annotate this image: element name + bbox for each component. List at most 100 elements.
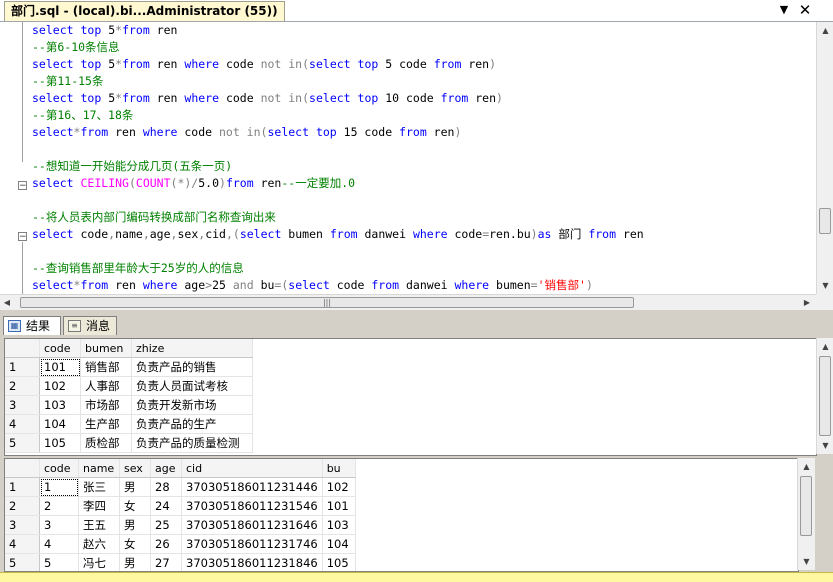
column-header[interactable]: name — [78, 459, 120, 478]
row-number[interactable]: 3 — [5, 395, 40, 415]
table-cell[interactable]: 女 — [119, 534, 151, 554]
table-row[interactable]: 3 103 市场部 负责开发新市场 — [5, 395, 253, 415]
table-cell[interactable]: 101 — [39, 357, 81, 377]
table-cell[interactable]: 2 — [39, 496, 79, 516]
code-line[interactable]: --查询销售部里年龄大于25岁的人的信息 — [32, 260, 244, 277]
code-line[interactable]: select*from ren where code not in(select… — [32, 124, 461, 141]
column-header[interactable]: code — [39, 339, 81, 358]
table-cell[interactable]: 男 — [119, 515, 151, 535]
editor-hscroll-thumb[interactable]: ||| — [20, 297, 634, 308]
code-line[interactable]: select CEILING(COUNT(*)/5.0)from ren--一定… — [32, 175, 355, 192]
table-cell[interactable]: 赵六 — [78, 534, 120, 554]
table-cell[interactable]: 370305186011231746 — [181, 534, 323, 554]
editor-horizontal-scrollbar[interactable]: ◀ ||| ▶ — [0, 294, 816, 310]
table-cell[interactable]: 370305186011231446 — [181, 477, 323, 497]
tab-results[interactable]: ▦ 结果 — [3, 316, 61, 335]
table-cell[interactable]: 市场部 — [80, 395, 132, 415]
table-cell[interactable]: 质检部 — [80, 433, 132, 453]
result-grid-2[interactable]: code name sex age cid bu 1 1 张三男 28 3703051860112… — [4, 458, 799, 572]
row-number[interactable]: 5 — [5, 433, 40, 453]
column-header[interactable]: code — [39, 459, 79, 478]
row-number[interactable]: 2 — [5, 376, 40, 396]
table-cell[interactable]: 生产部 — [80, 414, 132, 434]
chevron-down-icon[interactable]: ▼ — [776, 2, 792, 18]
code-line[interactable]: select top 5*from ren where code not in(… — [32, 56, 496, 73]
row-number[interactable]: 1 — [5, 357, 40, 377]
table-cell[interactable]: 24 — [150, 496, 182, 516]
table-cell[interactable]: 103 — [322, 515, 356, 535]
document-tab[interactable]: 部门.sql - (local).bi...Administrator (55)… — [4, 1, 285, 21]
scroll-left-icon[interactable]: ◀ — [0, 294, 14, 311]
column-header[interactable]: bumen — [80, 339, 132, 358]
table-cell[interactable]: 104 — [322, 534, 356, 554]
column-header[interactable]: age — [150, 459, 182, 478]
column-header[interactable]: cid — [181, 459, 323, 478]
collapse-icon[interactable]: − — [18, 181, 27, 191]
result-table-2[interactable]: code name sex age cid bu 1 1 张三男 28 3703051860112… — [5, 459, 356, 571]
table-cell[interactable]: 负责产品的质量检测 — [131, 433, 253, 453]
column-header[interactable]: zhize — [131, 339, 253, 358]
table-cell[interactable]: 负责产品的销售 — [131, 357, 253, 377]
scroll-down-icon[interactable]: ▼ — [798, 553, 815, 570]
code-line[interactable]: --第16、17、18条 — [32, 107, 133, 124]
code-line[interactable]: select code,name,age,sex,cid,(select bum… — [32, 226, 644, 243]
table-row[interactable]: 5 5 冯七男 27 370305186011231846 105 — [5, 553, 356, 571]
table-cell[interactable]: 102 — [322, 477, 356, 497]
table-cell[interactable]: 女 — [119, 496, 151, 516]
code-line[interactable]: --第11-15条 — [32, 73, 103, 90]
row-number[interactable]: 1 — [5, 477, 40, 497]
table-cell[interactable]: 104 — [39, 414, 81, 434]
table-cell[interactable]: 102 — [39, 376, 81, 396]
code-line[interactable]: --第6-10条信息 — [32, 39, 120, 56]
table-cell[interactable]: 负责人员面试考核 — [131, 376, 253, 396]
table-row[interactable]: 2 2 李四女 24 370305186011231546 101 — [5, 496, 356, 516]
row-number[interactable]: 3 — [5, 515, 40, 535]
scroll-up-icon[interactable]: ▲ — [817, 22, 833, 39]
tab-messages[interactable]: ≡ 消息 — [63, 316, 117, 335]
table-cell[interactable]: 105 — [39, 433, 81, 453]
scroll-up-icon[interactable]: ▲ — [817, 338, 833, 355]
table-cell[interactable]: 103 — [39, 395, 81, 415]
table-row[interactable]: 2 102 人事部 负责人员面试考核 — [5, 376, 253, 396]
table-cell[interactable]: 1 — [39, 477, 79, 497]
table-cell[interactable]: 4 — [39, 534, 79, 554]
table-row[interactable]: 1 1 张三男 28 370305186011231446 102 — [5, 477, 356, 497]
table-cell[interactable]: 销售部 — [80, 357, 132, 377]
table-row[interactable]: 4 104 生产部 负责产品的生产 — [5, 414, 253, 434]
code-line[interactable]: --想知道一开始能分成几页(五条一页) — [32, 158, 232, 175]
grid-2-vertical-scrollbar[interactable]: ▲ ▼ — [797, 458, 815, 570]
scroll-right-icon[interactable]: ▶ — [800, 294, 814, 311]
table-cell[interactable]: 王五 — [78, 515, 120, 535]
scroll-down-icon[interactable]: ▼ — [817, 437, 833, 454]
column-header[interactable]: bu — [322, 459, 356, 478]
table-cell[interactable]: 101 — [322, 496, 356, 516]
table-cell[interactable]: 25 — [150, 515, 182, 535]
grid-2-vscroll-thumb[interactable] — [800, 476, 812, 536]
grid-1-vertical-scrollbar[interactable]: ▲ ▼ — [816, 338, 833, 454]
code-line[interactable]: select top 5*from ren where code not in(… — [32, 90, 503, 107]
row-number[interactable]: 4 — [5, 534, 40, 554]
result-grid-1[interactable]: code bumen zhize 1 101 销售部 负责产品的销售 2 102 人事部 负责人员… — [4, 338, 817, 456]
table-cell[interactable]: 冯七 — [78, 553, 120, 571]
result-table-1[interactable]: code bumen zhize 1 101 销售部 负责产品的销售 2 102 人事部 负责人员… — [5, 339, 253, 453]
query-editor[interactable]: select top 5*from ren --第6-10条信息 select to… — [0, 22, 816, 294]
grid-corner[interactable] — [5, 459, 40, 478]
table-cell[interactable]: 370305186011231846 — [181, 553, 323, 571]
table-cell[interactable]: 张三 — [78, 477, 120, 497]
editor-vscroll-thumb[interactable] — [819, 208, 831, 234]
row-number[interactable]: 4 — [5, 414, 40, 434]
table-row[interactable]: 3 3 王五男 25 370305186011231646 103 — [5, 515, 356, 535]
table-cell[interactable]: 李四 — [78, 496, 120, 516]
table-cell[interactable]: 人事部 — [80, 376, 132, 396]
table-cell[interactable]: 370305186011231546 — [181, 496, 323, 516]
table-row[interactable]: 1 101 销售部 负责产品的销售 — [5, 357, 253, 377]
table-cell[interactable]: 负责产品的生产 — [131, 414, 253, 434]
table-row[interactable]: 5 105 质检部 负责产品的质量检测 — [5, 433, 253, 453]
row-number[interactable]: 5 — [5, 553, 40, 571]
table-cell[interactable]: 370305186011231646 — [181, 515, 323, 535]
table-cell[interactable]: 5 — [39, 553, 79, 571]
table-cell[interactable]: 男 — [119, 477, 151, 497]
table-cell[interactable]: 27 — [150, 553, 182, 571]
grid-1-vscroll-thumb[interactable] — [819, 356, 831, 436]
grid-corner[interactable] — [5, 339, 40, 358]
